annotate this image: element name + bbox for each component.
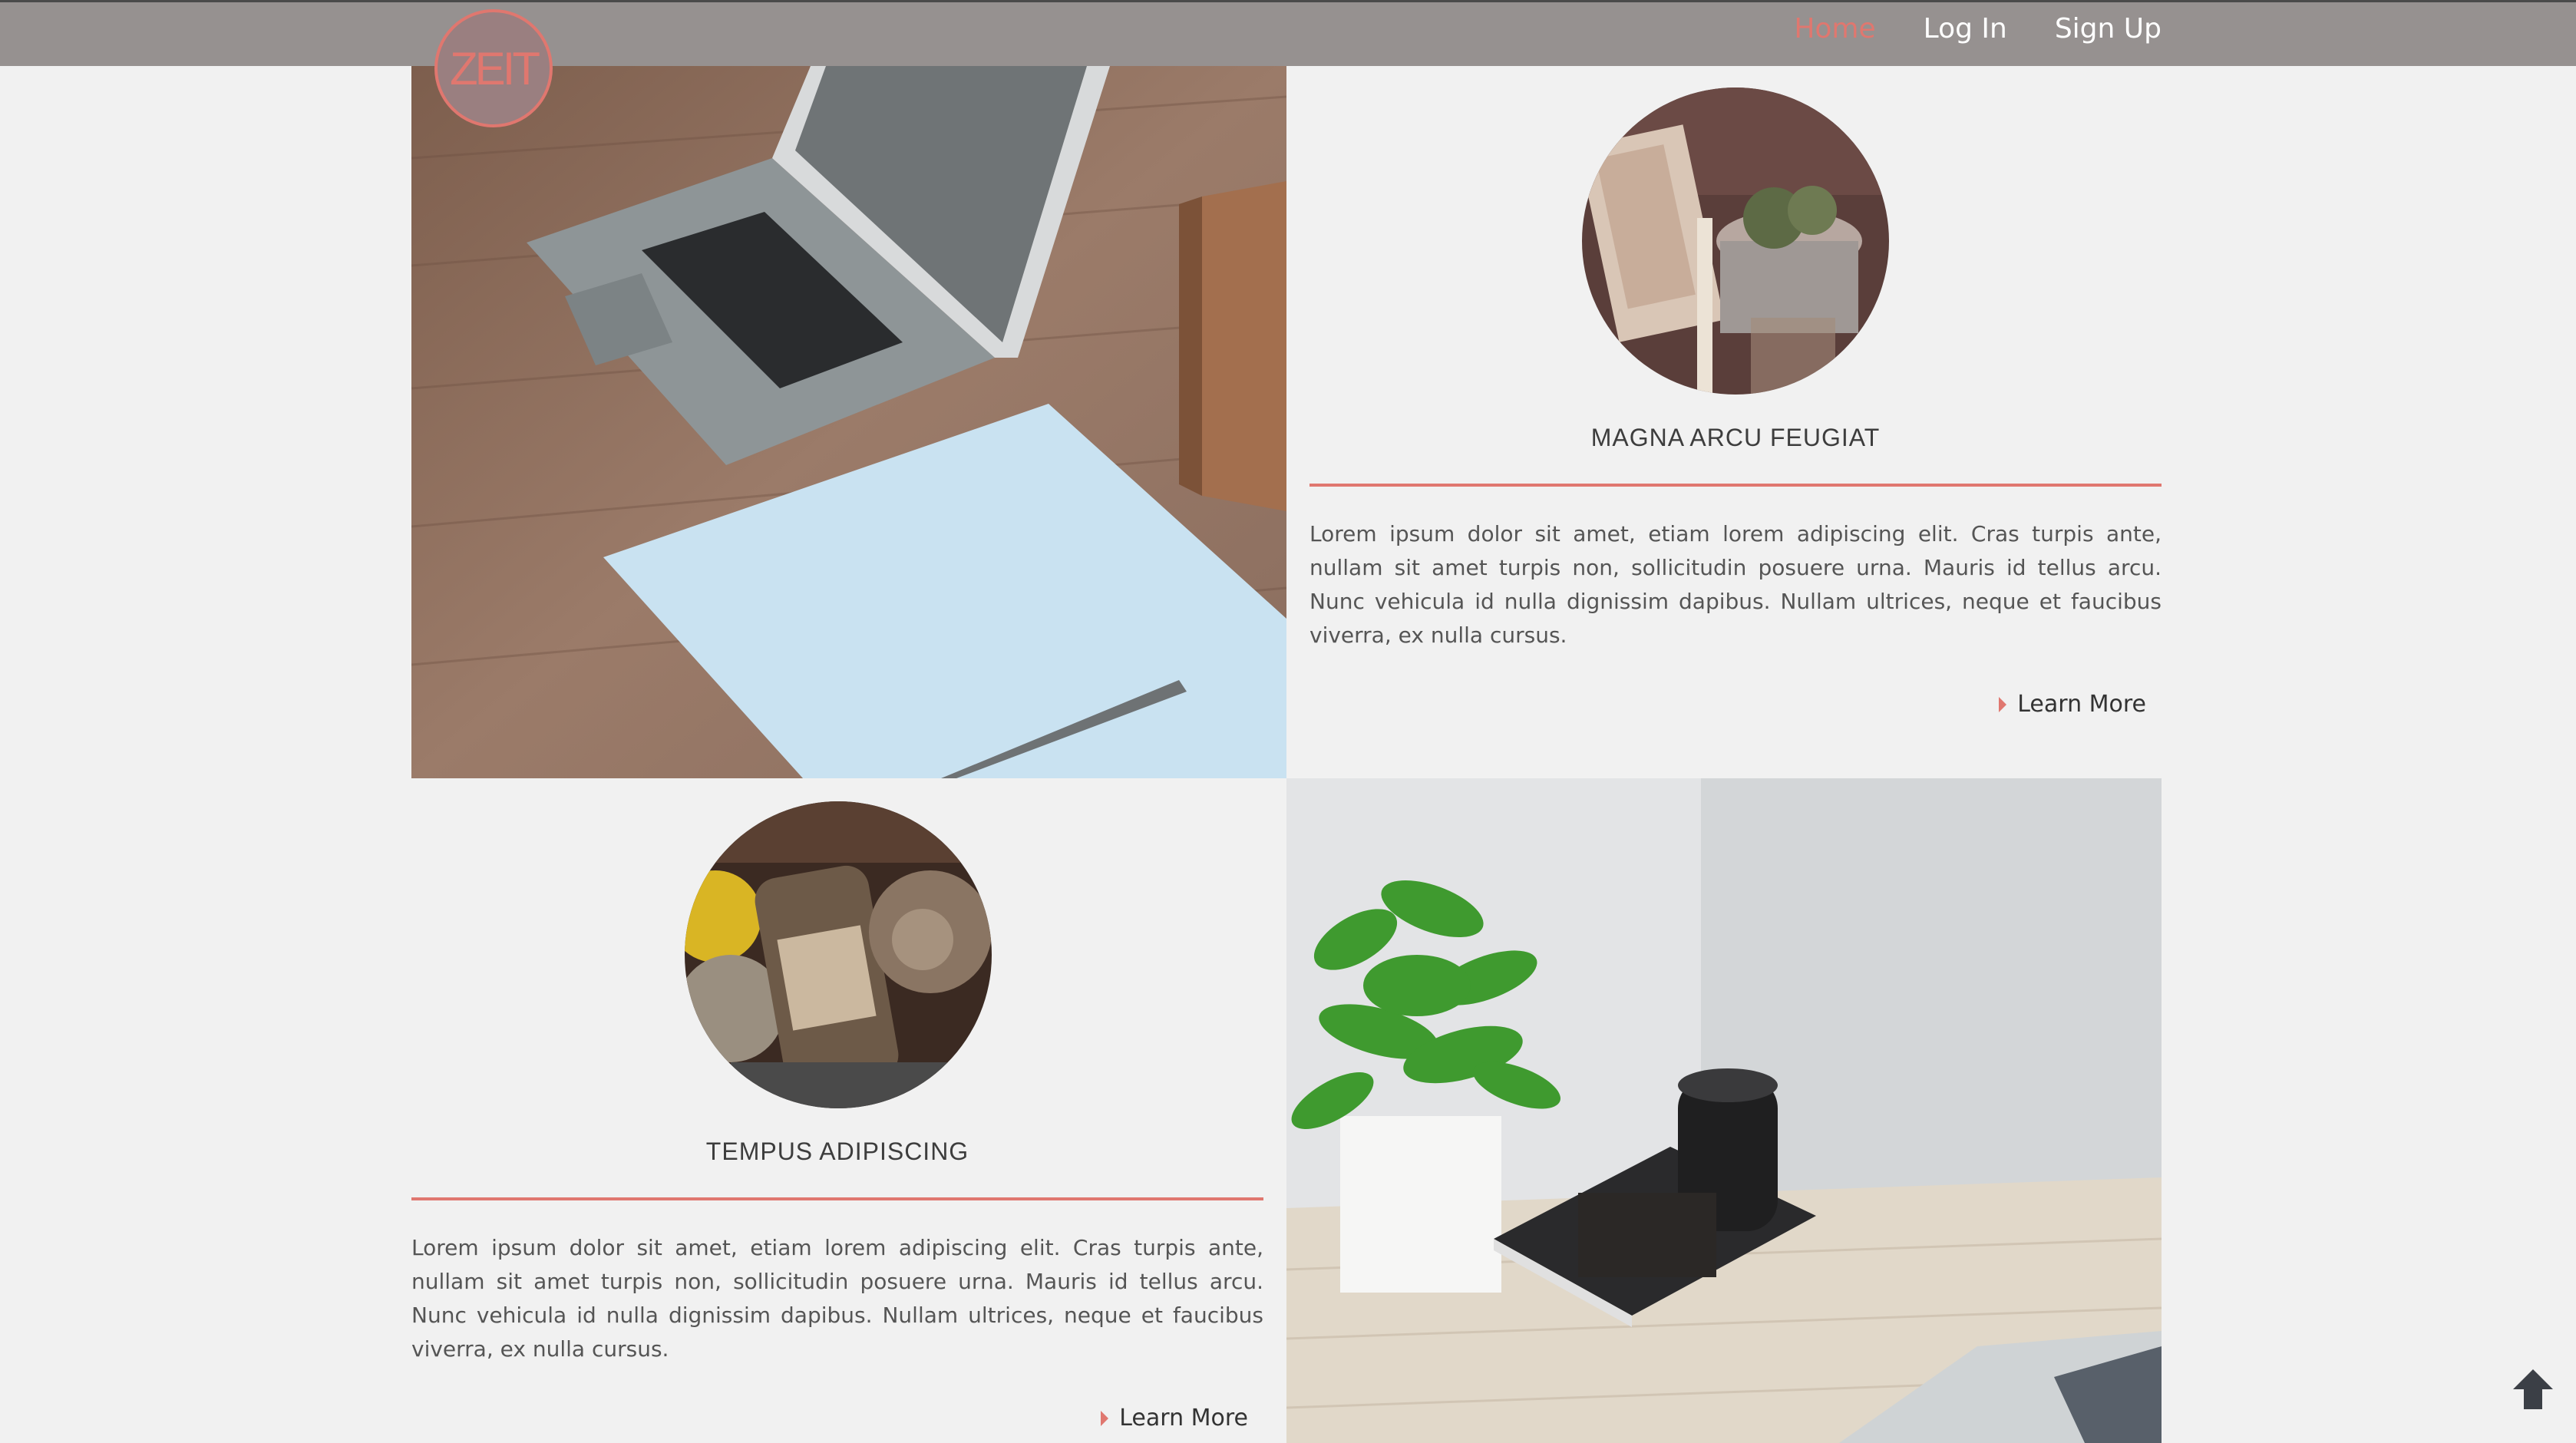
feature-panel-tempus: TEMPUS ADIPISCING Lorem ipsum dolor sit … (411, 778, 1263, 1443)
bottle-circle-image (685, 801, 992, 1108)
title-divider (411, 1197, 1263, 1200)
laptop-desk-image (411, 66, 1286, 778)
logo-text: ZEIT (450, 42, 540, 94)
panel-title: MAGNA ARCU FEUGIAT (1590, 424, 1881, 451)
cactus-circle-image (1582, 88, 1889, 395)
title-divider (1309, 484, 2162, 487)
nav-links: Home Log In Sign Up (1794, 13, 2162, 45)
nav-home-link[interactable]: Home (1794, 13, 1875, 45)
logo[interactable]: ZEIT (434, 9, 553, 127)
nav-login-link[interactable]: Log In (1924, 13, 2007, 45)
learn-more-label: Learn More (2017, 691, 2146, 718)
panel-description: Lorem ipsum dolor sit amet, etiam lorem … (411, 1235, 1263, 1362)
arrow-up-icon (2513, 1369, 2553, 1409)
learn-more-link[interactable]: Learn More (1999, 691, 2146, 718)
learn-more-label: Learn More (1119, 1405, 1248, 1431)
plant-camera-image (1286, 778, 2162, 1443)
scroll-to-top-button[interactable] (2510, 1366, 2556, 1412)
panel-title: TEMPUS ADIPISCING (705, 1138, 969, 1165)
nav-signup-link[interactable]: Sign Up (2055, 13, 2162, 45)
navbar: Home Log In Sign Up (0, 0, 2576, 66)
panel-description: Lorem ipsum dolor sit amet, etiam lorem … (1309, 521, 2162, 648)
caret-right-icon (1101, 1410, 1109, 1426)
caret-right-icon (1999, 696, 2007, 712)
learn-more-link[interactable]: Learn More (1101, 1405, 1248, 1431)
feature-panel-magna: MAGNA ARCU FEUGIAT Lorem ipsum dolor sit… (1309, 66, 2162, 778)
